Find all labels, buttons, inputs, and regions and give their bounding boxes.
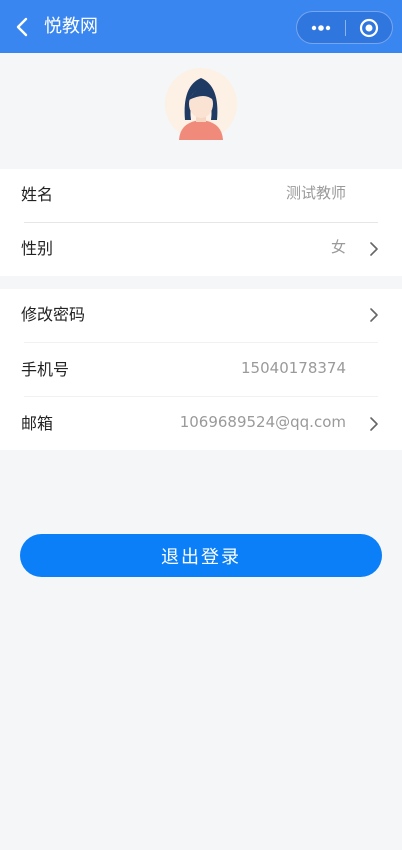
email-label: 邮箱	[21, 414, 54, 433]
nav-bar: 悦教网	[0, 0, 402, 53]
change-password-row[interactable]: 修改密码	[0, 289, 402, 342]
email-row[interactable]: 邮箱 1069689524@qq.com	[0, 398, 402, 451]
chevron-left-icon[interactable]	[12, 15, 34, 39]
chevron-right-icon	[370, 308, 378, 322]
capsule-divider	[345, 20, 346, 36]
email-value: 1069689524@qq.com	[179, 413, 346, 431]
logout-button[interactable]: 退出登录	[20, 534, 382, 577]
target-icon[interactable]	[359, 18, 379, 38]
gender-label: 性别	[21, 239, 54, 258]
profile-card: 姓名 测试教师 性别 女	[0, 169, 402, 276]
change-password-label: 修改密码	[21, 305, 86, 324]
divider	[24, 396, 378, 397]
page-title: 悦教网	[44, 16, 98, 37]
female-avatar-icon	[165, 68, 237, 140]
phone-row: 手机号 15040178374	[0, 344, 402, 397]
account-card: 修改密码 手机号 15040178374 邮箱 1069689524@qq.co…	[0, 289, 402, 450]
name-value: 测试教师	[285, 184, 346, 202]
chevron-right-icon	[370, 417, 378, 431]
chevron-right-icon	[370, 242, 378, 256]
phone-label: 手机号	[21, 360, 70, 379]
gender-row[interactable]: 性别 女	[0, 223, 402, 276]
gender-value: 女	[330, 238, 346, 256]
name-label: 姓名	[21, 185, 54, 204]
mini-program-capsule	[296, 11, 393, 44]
name-row: 姓名 测试教师	[0, 169, 402, 222]
avatar[interactable]	[165, 68, 237, 140]
more-dots-icon[interactable]	[308, 20, 334, 36]
divider	[24, 342, 378, 343]
phone-value: 15040178374	[241, 359, 346, 377]
